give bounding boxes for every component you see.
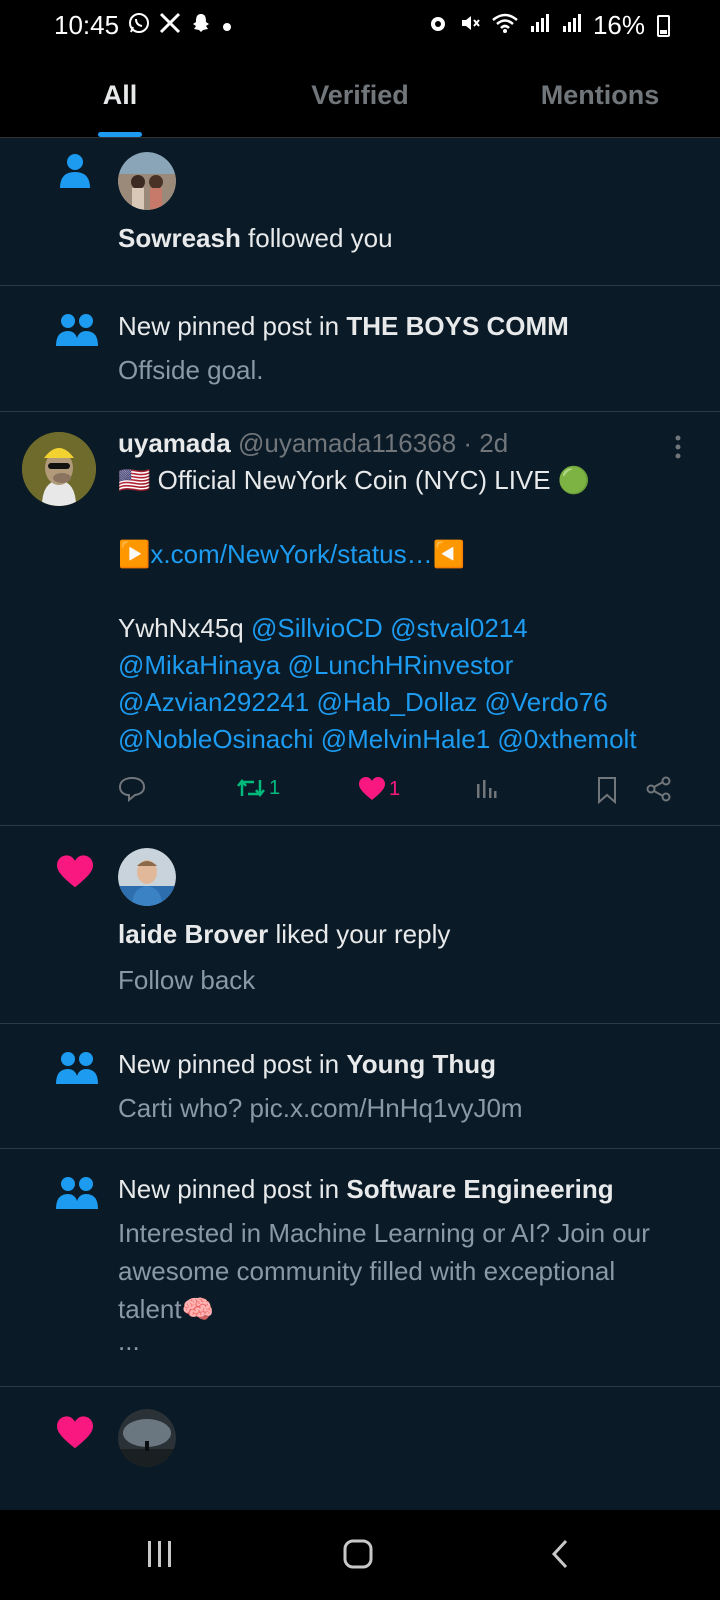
battery-icon (657, 14, 670, 37)
home-icon (343, 1539, 373, 1569)
like-button[interactable]: 1 (358, 776, 400, 802)
views-button[interactable] (474, 776, 498, 800)
notification-pinned-post[interactable]: New pinned post in Young Thug Carti who?… (0, 1024, 720, 1149)
system-navigation-bar (0, 1510, 720, 1600)
notification-pinned-post[interactable]: New pinned post in THE BOYS COMM Offside… (0, 286, 720, 412)
post-snippet: Carti who? pic.x.com/HnHq1vyJ0m (118, 1093, 523, 1123)
author-name[interactable]: uyamada (118, 428, 231, 458)
community-name[interactable]: Software Engineering (346, 1174, 613, 1204)
share-icon (646, 776, 671, 802)
post-link[interactable]: x.com/NewYork/status… (150, 539, 432, 569)
post-actions: 1 1 (118, 776, 690, 816)
mention-link[interactable]: @0xthemolt (497, 724, 636, 754)
home-button[interactable] (342, 1538, 374, 1575)
notification-tabs: All Verified Mentions (0, 52, 720, 138)
avatar[interactable] (22, 432, 96, 506)
retweet-count: 1 (269, 776, 281, 799)
post-snippet-line: awesome community filled with exceptiona… (118, 1256, 616, 1286)
avatar[interactable] (118, 152, 176, 210)
reply-icon (118, 776, 146, 802)
retweet-button[interactable]: 1 (236, 776, 280, 800)
recent-apps-button[interactable] (144, 1538, 176, 1575)
tab-verified[interactable]: Verified (240, 52, 480, 137)
analytics-icon (477, 780, 497, 798)
wifi-icon (491, 12, 519, 40)
mention-link[interactable]: @LunchHRinvestor (287, 650, 513, 680)
more-options-icon[interactable] (674, 434, 682, 460)
community-icon (55, 1050, 99, 1091)
mention-link[interactable]: @NobleOsinachi (118, 724, 313, 754)
dot-icon (221, 13, 233, 39)
notifications-feed[interactable]: Sowreash followed you New pinned post in… (0, 138, 720, 1510)
snapchat-icon (189, 11, 213, 41)
community-name[interactable]: THE BOYS COMM (346, 311, 568, 341)
whatsapp-icon (127, 11, 151, 41)
mention-link[interactable]: @MelvinHale1 (321, 724, 490, 754)
post-snippet: Offside goal. (118, 355, 264, 385)
notification-text: followed you (240, 223, 393, 253)
mention-link[interactable]: @SillvioCD (251, 613, 383, 643)
community-icon (55, 312, 99, 353)
battery-percentage: 16% (592, 10, 645, 40)
signal-icon (561, 12, 583, 40)
post-snippet-line: talent🧠 (118, 1294, 214, 1324)
person-icon (58, 152, 92, 197)
share-button[interactable] (646, 776, 672, 802)
retweet-icon (237, 778, 265, 798)
signal-icon (529, 12, 551, 40)
community-name[interactable]: Young Thug (346, 1049, 496, 1079)
user-name[interactable]: laide Brover (118, 919, 268, 949)
post-code: YwhNx45q (118, 613, 244, 643)
mention-link[interactable]: @Verdo76 (484, 687, 607, 717)
notification-like[interactable] (0, 1387, 720, 1510)
post-time: · 2d (463, 428, 509, 458)
x-icon (159, 12, 181, 40)
back-icon (551, 1539, 568, 1569)
status-bar: 10:45 16% (0, 0, 720, 52)
post-snippet: Follow back (118, 965, 256, 995)
clock: 10:45 (54, 10, 120, 40)
post-snippet-line: ... (118, 1326, 140, 1356)
back-button[interactable] (548, 1538, 572, 1575)
post-snippet-line: Interested in Machine Learning or AI? Jo… (118, 1218, 650, 1248)
tab-all[interactable]: All (0, 52, 240, 137)
bookmark-icon (598, 777, 616, 804)
like-count: 1 (389, 777, 401, 800)
active-tab-indicator (98, 132, 142, 137)
mute-icon (459, 12, 481, 40)
community-icon (55, 1175, 99, 1216)
alarm-icon (427, 12, 449, 40)
bookmark-button[interactable] (596, 776, 618, 804)
heart-icon (359, 777, 385, 800)
avatar[interactable] (118, 1409, 176, 1467)
mention-link[interactable]: @MikaHinaya (118, 650, 280, 680)
user-name[interactable]: Sowreash (118, 223, 241, 253)
notification-like[interactable]: laide Brover liked your reply Follow bac… (0, 826, 720, 1024)
author-handle[interactable]: @uyamada116368 (238, 428, 456, 458)
recent-apps-icon (148, 1541, 171, 1567)
mention-link[interactable]: @Hab_Dollaz (316, 687, 477, 717)
post-text-line: 🇺🇸 Official NewYork Coin (NYC) LIVE 🟢 (118, 465, 591, 495)
mention-link[interactable]: @stval0214 (390, 613, 528, 643)
heart-icon (55, 1415, 95, 1456)
avatar[interactable] (118, 848, 176, 906)
mention-link[interactable]: @Azvian292241 (118, 687, 309, 717)
notification-text: liked your reply (268, 919, 451, 949)
notification-follow[interactable]: Sowreash followed you (0, 138, 720, 286)
tab-mentions[interactable]: Mentions (480, 52, 720, 137)
reply-button[interactable] (118, 776, 146, 802)
heart-icon (55, 854, 95, 895)
notification-pinned-post[interactable]: New pinned post in Software Engineering … (0, 1149, 720, 1387)
post[interactable]: uyamada @uyamada116368 · 2d 🇺🇸 Official … (0, 412, 720, 826)
